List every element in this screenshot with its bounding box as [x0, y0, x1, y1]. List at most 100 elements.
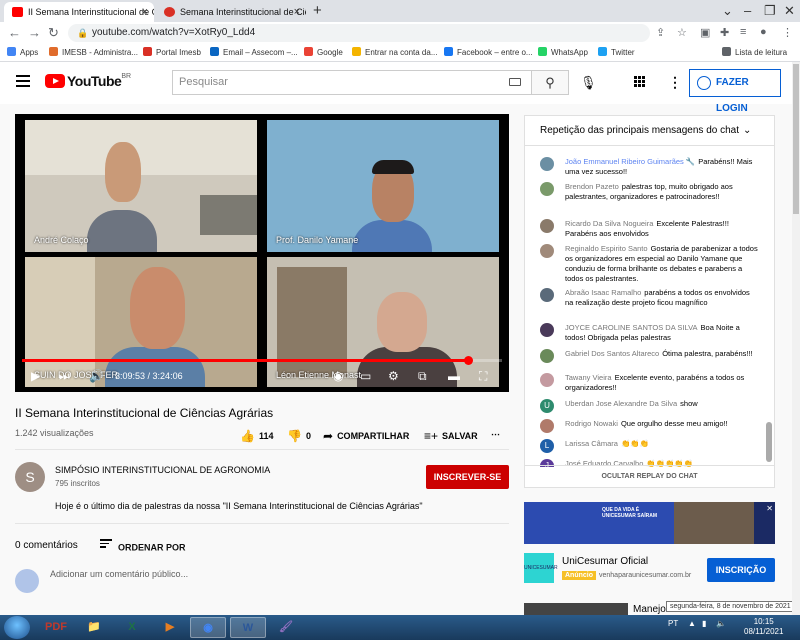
taskbar-app-icon[interactable]: ▶	[152, 617, 188, 638]
login-button[interactable]: FAZER LOGIN	[689, 69, 781, 114]
advertiser-logo[interactable]: UNICESUMAR	[524, 553, 558, 583]
chat-scrollbar[interactable]	[766, 152, 772, 464]
volume-icon[interactable]: 🔊	[89, 369, 104, 383]
media-icon[interactable]: ≡	[740, 26, 746, 38]
puzzle-icon[interactable]: ✚	[720, 26, 729, 39]
taskbar-app-icon[interactable]: 🖌	[268, 617, 304, 638]
bookmark-star-icon[interactable]: ☆	[677, 26, 687, 39]
next-video-title[interactable]: Manejo	[633, 604, 666, 615]
bookmark-item[interactable]: Apps	[7, 46, 38, 60]
taskbar-clock[interactable]: 10:15 08/11/2021	[744, 617, 783, 637]
extension-icon[interactable]: ▣	[700, 26, 710, 39]
browser-tab-strip: II Semana Interinstitucional de C × Sema…	[0, 0, 800, 22]
save-button[interactable]: ≡+ SALVAR	[424, 429, 478, 443]
close-tab-icon[interactable]: ×	[142, 2, 148, 22]
taskbar-app-icon[interactable]: PDF	[38, 617, 74, 638]
next-video-thumbnail[interactable]	[524, 603, 628, 615]
taskbar-app-icon[interactable]: ◉	[190, 617, 226, 638]
subscribe-button[interactable]: INSCREVER-SE	[426, 465, 509, 489]
lock-icon: 🔒	[77, 28, 89, 38]
page-scrollbar[interactable]	[792, 62, 800, 615]
profile-icon[interactable]: ●	[760, 26, 767, 38]
chat-header[interactable]: Repetição das principais mensagens do ch…	[525, 116, 774, 146]
apps-grid-icon[interactable]	[634, 76, 646, 88]
thumbs-down-icon: 👎	[287, 429, 302, 443]
forward-icon[interactable]: →	[28, 25, 41, 40]
ad-banner-photo	[674, 502, 754, 544]
channel-avatar[interactable]: S	[15, 462, 45, 492]
chat-avatar: L	[540, 439, 554, 453]
tray-arrow-icon[interactable]: ▲	[688, 619, 696, 628]
taskbar-app-icon[interactable]: X	[114, 617, 150, 638]
menu-icon[interactable]: ⋮	[782, 26, 793, 39]
ad-title[interactable]: UniCesumar Oficial	[562, 556, 648, 567]
comment-input[interactable]: Adicionar um comentário público...	[50, 569, 188, 579]
search-button[interactable]: ⚲	[531, 70, 569, 95]
hide-chat-button[interactable]: OCULTAR REPLAY DO CHAT	[525, 465, 774, 487]
next-icon[interactable]: ⏭	[59, 369, 70, 384]
url-bar[interactable]: 🔒 youtube.com/watch?v=XotRy0_Ldd4	[68, 24, 650, 42]
settings-menu-icon[interactable]: ⋮	[668, 74, 682, 91]
maximize-icon[interactable]: ❐	[764, 3, 776, 19]
taskbar-app-icon[interactable]: W	[230, 617, 266, 638]
fullscreen-icon[interactable]: ⛶	[479, 369, 487, 384]
site-favicon-icon	[164, 7, 175, 17]
bookmark-item[interactable]: Portal Imesb	[143, 46, 201, 60]
language-indicator[interactable]: PT	[668, 619, 678, 628]
bookmark-item[interactable]: WhatsApp	[538, 46, 588, 60]
microphone-icon[interactable]: 🎙	[580, 75, 597, 91]
browser-tab-semana[interactable]: Semana Interinstitucional de Ciên ×	[156, 2, 306, 22]
close-window-icon[interactable]: ✕	[784, 3, 795, 19]
channel-name[interactable]: SIMPÓSIO INTERINSTITUCIONAL DE AGRONOMIA	[55, 465, 270, 475]
settings-gear-icon[interactable]: ⚙	[388, 369, 399, 383]
time-current: 3:09:53	[115, 371, 146, 381]
ad-banner[interactable]: QUE DA VIDA É UNICESUMAR SAÍRAM ✕	[524, 502, 775, 544]
bookmark-item[interactable]: Entrar na conta da...	[352, 46, 438, 60]
keyboard-icon[interactable]	[509, 78, 521, 86]
bookmark-item[interactable]: IMESB - Administra...	[49, 46, 138, 60]
bookmark-favicon-icon	[49, 47, 58, 56]
minimize-icon[interactable]: –	[744, 3, 751, 18]
clock-date: 08/11/2021	[744, 627, 784, 636]
tab-search-icon[interactable]: ⌄	[722, 3, 733, 19]
video-progress-bar[interactable]	[22, 356, 502, 365]
guide-menu-icon[interactable]	[16, 75, 30, 90]
install-icon[interactable]: ⇪	[656, 26, 665, 39]
close-ad-icon[interactable]: ✕	[766, 504, 773, 513]
back-icon[interactable]: ←	[8, 25, 21, 40]
autoplay-toggle-icon[interactable]: ◉	[333, 369, 343, 383]
browser-tab-youtube[interactable]: II Semana Interinstitucional de C ×	[4, 2, 154, 22]
reading-list[interactable]: Lista de leitura	[722, 46, 787, 60]
chat-message: Reginaldo Espirito Santo Gostaria de para…	[540, 244, 760, 284]
share-button[interactable]: ➦ COMPARTILHAR	[323, 429, 409, 443]
start-button[interactable]	[4, 616, 30, 639]
playlist-add-icon: ≡+	[424, 429, 439, 443]
youtube-logo[interactable]: YouTubeBR	[45, 73, 131, 89]
bookmark-item[interactable]: Facebook – entre o...	[444, 46, 533, 60]
reload-icon[interactable]: ↻	[48, 25, 59, 41]
taskbar-app-icon[interactable]: 📁	[76, 617, 112, 638]
bookmark-item[interactable]: Email – Assecom –...	[210, 46, 298, 60]
new-tab-button[interactable]: +	[313, 2, 322, 19]
bookmark-item[interactable]: Twitter	[598, 46, 635, 60]
sort-comments-button[interactable]: ORDENAR POR	[100, 539, 186, 553]
dislike-button[interactable]: 👎 0	[287, 429, 311, 443]
play-icon[interactable]: ▶	[31, 369, 40, 383]
video-tile: André Colaço	[25, 120, 257, 252]
youtube-masthead: YouTubeBR Pesquisar ⚲ 🎙 ⋮ FAZER LOGIN	[0, 62, 800, 114]
subtitles-icon[interactable]: ▭	[360, 369, 371, 383]
video-player[interactable]: André Colaço Prof. Danilo Yamane SUIN DO…	[15, 114, 509, 392]
speaker-icon[interactable]: 🔈	[716, 619, 726, 628]
search-input[interactable]: Pesquisar	[172, 70, 532, 95]
like-button[interactable]: 👍 114	[240, 429, 273, 443]
more-actions-icon[interactable]: ⋯	[491, 429, 500, 440]
chat-avatar	[540, 288, 554, 302]
ad-cta-button[interactable]: INSCRIÇÃO	[707, 558, 775, 582]
bookmark-item[interactable]: Google	[304, 46, 343, 60]
miniplayer-icon[interactable]: ⧉	[418, 369, 427, 384]
theater-mode-icon[interactable]: ▬	[448, 369, 460, 383]
time-display: 3:09:53 / 3:24:06	[115, 371, 183, 381]
close-tab-icon[interactable]: ×	[294, 2, 300, 22]
participant-name: SUIN DO JOSÉ FER	[34, 370, 119, 380]
network-icon[interactable]: ▮	[702, 619, 706, 628]
